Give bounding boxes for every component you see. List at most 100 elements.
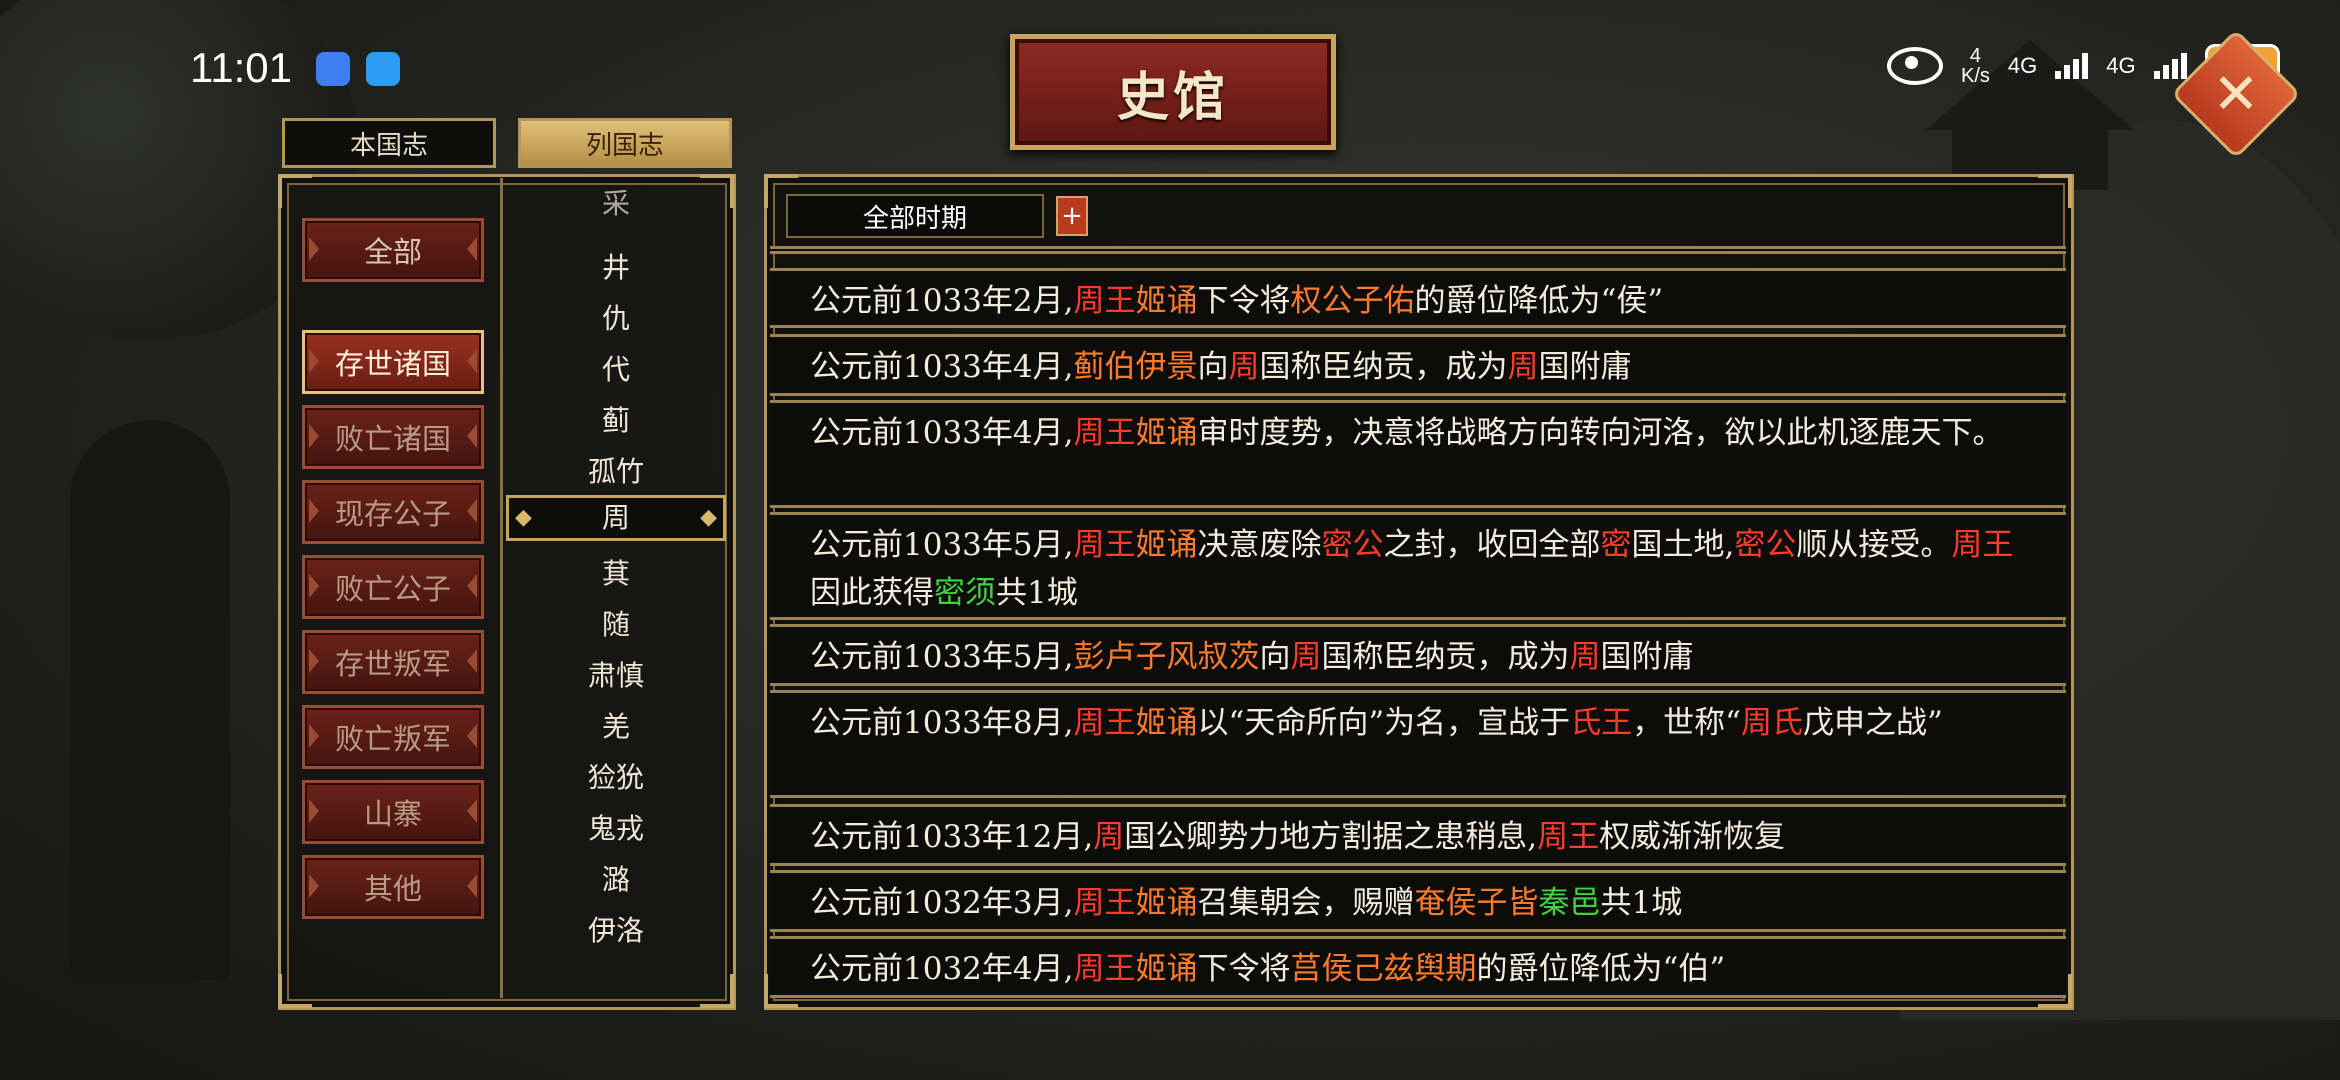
nation-item[interactable]: 仇 [506, 297, 726, 337]
nation-item[interactable]: 鬼戎 [506, 807, 726, 847]
log-text: 之封，收回全部 [1383, 527, 1601, 563]
nation-item[interactable]: 采 [506, 190, 726, 222]
corner-ornament [2038, 174, 2072, 208]
log-highlight: 周王 [1073, 705, 1136, 741]
message-app-icon [366, 52, 400, 86]
log-highlight: 姬诵 [1135, 415, 1198, 451]
status-time: 11:01 [190, 44, 292, 91]
log-highlight: 周 [1093, 819, 1125, 855]
log-text: 共1城 [1600, 885, 1683, 921]
log-highlight: 周 [1507, 349, 1539, 385]
category-others[interactable]: 其他 [302, 855, 484, 919]
log-highlight: 周王 [1073, 951, 1136, 987]
log-text: 因此获得 [810, 575, 934, 611]
log-highlight: 密公 [1734, 527, 1797, 563]
log-highlight: 周氏 [1741, 705, 1804, 741]
log-entry-partial [770, 246, 2066, 254]
log-text: 国称臣纳贡，成为 [1259, 349, 1508, 385]
category-fallen-rebels[interactable]: 败亡叛军 [302, 705, 484, 769]
nation-item[interactable]: 代 [506, 348, 726, 388]
log-highlight: 权公子佑 [1290, 283, 1415, 319]
log-text: 向 [1197, 349, 1229, 385]
log-highlight: 姬诵 [1135, 527, 1198, 563]
log-text: 公元前1032年3月, [810, 885, 1074, 921]
log-entry: 公元前1032年4月,周王姬诵下令将莒侯己兹舆期的爵位降低为“伯” [770, 936, 2066, 998]
notification-app-icon [316, 52, 350, 86]
log-highlight: 周 [1290, 639, 1322, 675]
category-living-princes[interactable]: 现存公子 [302, 480, 484, 544]
category-surviving-rebels[interactable]: 存世叛军 [302, 630, 484, 694]
log-text: 公元前1033年8月, [810, 705, 1074, 741]
tab-domestic-history[interactable]: 本国志 [282, 118, 496, 168]
log-highlight: 周王 [1951, 527, 2014, 563]
signal2-bars-icon [2153, 53, 2187, 79]
history-log-list[interactable]: 公元前1033年2月,周王姬诵下令将权公子佑的爵位降低为“侯” 公元前1033年… [770, 246, 2066, 998]
log-highlight: 莒侯己兹舆期 [1290, 951, 1477, 987]
category-fallen-princes[interactable]: 败亡公子 [302, 555, 484, 619]
nation-item[interactable]: 井 [506, 246, 726, 286]
log-text: 公元前1033年12月, [810, 819, 1094, 855]
nation-item[interactable]: 伊洛 [506, 909, 726, 949]
log-text: 权威渐渐恢复 [1599, 819, 1786, 855]
log-entry: 公元前1033年12月,周国公卿势力地方割据之患稍息,周王权威渐渐恢复 [770, 804, 2066, 866]
log-text: 国公卿势力地方割据之患稍息, [1124, 819, 1538, 855]
log-highlight: 密 [1600, 527, 1632, 563]
log-text: 公元前1033年5月, [810, 639, 1074, 675]
category-fallen-states[interactable]: 败亡诸国 [302, 405, 484, 469]
log-text: 国附庸 [1538, 349, 1632, 385]
corner-ornament [278, 174, 312, 208]
log-highlight: 周王 [1073, 415, 1136, 451]
log-highlight: 周 [1569, 639, 1601, 675]
log-highlight: 周 [1228, 349, 1260, 385]
log-highlight: 蓟伯伊景 [1073, 349, 1198, 385]
log-text: 以“天命所向”为名，宣战于 [1197, 705, 1571, 741]
log-text: 审时度势，决意将战略方向转向河洛，欲以此机逐鹿天下。 [1197, 415, 2004, 451]
log-text: ，世称“ [1632, 705, 1742, 741]
tab-foreign-history[interactable]: 列国志 [518, 118, 732, 168]
log-entry: 公元前1033年2月,周王姬诵下令将权公子佑的爵位降低为“侯” [770, 268, 2066, 328]
nation-item[interactable]: 羌 [506, 705, 726, 745]
log-text: 公元前1033年2月, [810, 283, 1074, 319]
nation-item[interactable]: 猃狁 [506, 756, 726, 796]
log-text: 顺从接受。 [1796, 527, 1952, 563]
log-highlight: 姬诵 [1135, 951, 1198, 987]
nation-list[interactable]: 采 井 仇 代 蓟 孤竹 周 萁 随 肃慎 羌 猃狁 鬼戎 潞 伊洛 [506, 190, 726, 990]
signal1-label: 4G [2007, 53, 2038, 78]
log-text: 国土地, [1631, 527, 1735, 563]
nation-item[interactable]: 肃慎 [506, 654, 726, 694]
nation-item[interactable]: 潞 [506, 858, 726, 898]
corner-ornament [278, 974, 312, 1008]
log-highlight: 密须 [934, 575, 996, 611]
log-highlight: 姬诵 [1135, 705, 1198, 741]
log-highlight: 秦邑 [1538, 885, 1601, 921]
log-entry: 公元前1033年4月,周王姬诵审时度势，决意将战略方向转向河洛，欲以此机逐鹿天下… [770, 400, 2066, 508]
log-highlight: 周王 [1537, 819, 1600, 855]
network-speed: 4 K/s [1961, 45, 1990, 87]
log-text: 向 [1259, 639, 1291, 675]
category-strongholds[interactable]: 山寨 [302, 780, 484, 844]
log-highlight: 氏王 [1570, 705, 1633, 741]
category-all[interactable]: 全部 [302, 218, 484, 282]
nation-item[interactable]: 孤竹 [506, 450, 726, 490]
log-highlight: 彭卢子风叔茨 [1073, 639, 1260, 675]
period-add-button[interactable]: + [1056, 196, 1088, 236]
log-text: 的爵位降低为“伯” [1476, 951, 1726, 987]
log-text: 共1城 [996, 575, 1078, 611]
period-selector[interactable]: 全部时期 [786, 194, 1044, 238]
eye-comfort-icon [1887, 47, 1943, 85]
log-highlight: 周王 [1073, 527, 1136, 563]
log-text: 国称臣纳贡，成为 [1321, 639, 1570, 675]
category-surviving-states[interactable]: 存世诸国 [302, 330, 484, 394]
log-entry: 公元前1033年5月,彭卢子风叔茨向周国称臣纳贡，成为周国附庸 [770, 624, 2066, 686]
background-figure [70, 420, 230, 980]
nation-item[interactable]: 萁 [506, 552, 726, 592]
page-title: 史馆 [1116, 66, 1229, 128]
nation-item-selected[interactable]: 周 [506, 495, 726, 541]
log-entry: 公元前1032年3月,周王姬诵召集朝会，赐赠奄侯子皆秦邑共1城 [770, 870, 2066, 932]
nation-item[interactable]: 随 [506, 603, 726, 643]
nation-item[interactable]: 蓟 [506, 399, 726, 439]
log-text: 召集朝会，赐赠 [1197, 885, 1415, 921]
log-entry: 公元前1033年4月,蓟伯伊景向周国称臣纳贡，成为周国附庸 [770, 334, 2066, 396]
signal1-bars-icon [2055, 53, 2089, 79]
log-highlight: 密公 [1321, 527, 1384, 563]
